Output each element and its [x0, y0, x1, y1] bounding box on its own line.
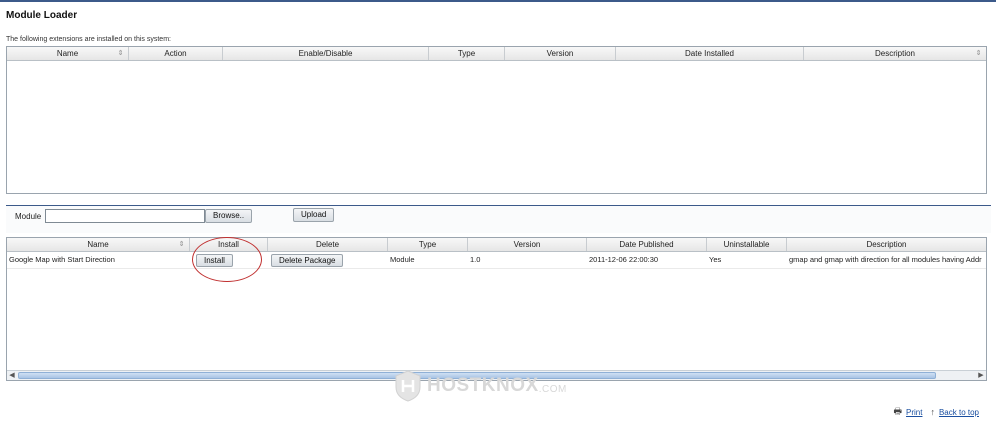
top-divider	[0, 0, 996, 2]
install-button[interactable]: Install	[196, 254, 233, 267]
sort-arrows-icon[interactable]: ⇕	[178, 241, 185, 248]
browse-button[interactable]: Browse..	[205, 209, 253, 223]
module-name: Google Map with Start Direction	[9, 255, 115, 264]
column-header-delete: Delete	[268, 238, 388, 251]
scroll-right-arrow-icon[interactable]: ▶	[976, 371, 986, 380]
printer-icon: 🖶	[893, 406, 903, 416]
installed-extensions-grid: Name ⇕ Action Enable/Disable Type Versio…	[6, 46, 987, 194]
column-header-version: Version	[468, 238, 587, 251]
column-header-description[interactable]: Description ⇕	[804, 47, 986, 60]
delete-package-button[interactable]: Delete Package	[271, 254, 344, 267]
sort-arrows-icon[interactable]: ⇕	[117, 50, 124, 57]
column-header-action: Action	[129, 47, 223, 60]
column-header-date-installed: Date Installed	[616, 47, 804, 60]
watermark: HOSTKNOX .COM	[395, 370, 567, 402]
table-row: Google Map with Start Direction Install …	[7, 252, 986, 269]
module-description: gmap and gmap with direction for all mod…	[789, 255, 982, 264]
module-version: 1.0	[470, 255, 481, 264]
column-header-type: Type	[388, 238, 468, 251]
shield-logo-icon	[395, 370, 421, 402]
column-header-description: Description	[866, 240, 907, 249]
module-label: Module	[15, 212, 42, 221]
installed-extensions-intro: The following extensions are installed o…	[6, 36, 171, 43]
sort-arrows-icon[interactable]: ⇕	[975, 50, 982, 57]
module-date-published: 2011-12-06 22:00:30	[589, 255, 659, 264]
arrow-up-icon: ↑	[930, 407, 935, 417]
delete-cell: Delete Package	[268, 252, 388, 268]
footer-links: 🖶 Print ↑ Back to top	[894, 404, 979, 420]
column-header-enable-disable: Enable/Disable	[223, 47, 429, 60]
module-file-input[interactable]	[45, 209, 205, 223]
module-uninstallable: Yes	[709, 255, 722, 264]
back-to-top-link[interactable]: Back to top	[939, 408, 979, 417]
watermark-domain: .COM	[538, 383, 567, 395]
column-header-date-published: Date Published	[587, 238, 707, 251]
column-header-name[interactable]: Name ⇕	[7, 47, 129, 60]
upload-button[interactable]: Upload	[293, 208, 335, 222]
install-cell: Install	[190, 252, 268, 268]
installed-grid-header: Name ⇕ Action Enable/Disable Type Versio…	[7, 47, 986, 61]
page-title: Module Loader	[6, 10, 78, 21]
scroll-left-arrow-icon[interactable]: ◀	[7, 371, 17, 380]
print-link[interactable]: Print	[906, 408, 922, 417]
watermark-text: HOSTKNOX	[427, 375, 539, 396]
column-header-name[interactable]: Name ⇕	[7, 238, 190, 251]
available-modules-grid: Name ⇕ Install Delete Type Version Date …	[6, 237, 987, 381]
column-header-version: Version	[505, 47, 616, 60]
column-header-install: Install	[190, 238, 268, 251]
module-type: Module	[390, 255, 415, 264]
modules-grid-header: Name ⇕ Install Delete Type Version Date …	[7, 238, 986, 252]
column-header-uninstallable: Uninstallable	[707, 238, 787, 251]
column-header-type: Type	[429, 47, 505, 60]
